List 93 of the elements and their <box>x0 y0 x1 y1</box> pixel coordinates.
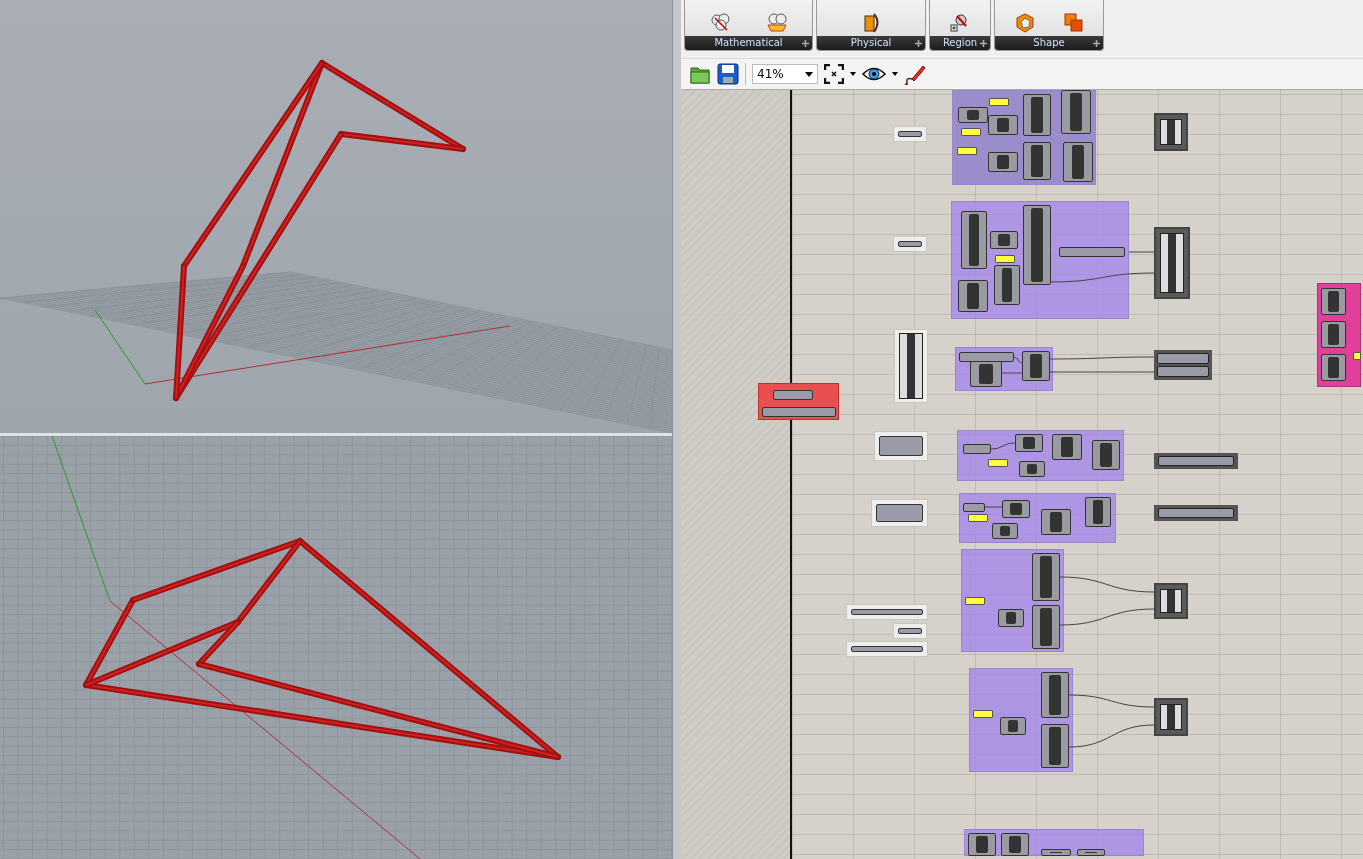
output-node[interactable] <box>1154 453 1238 469</box>
slider-node[interactable] <box>957 147 977 155</box>
slider-node[interactable] <box>1353 352 1361 360</box>
component-node[interactable] <box>1023 142 1051 180</box>
panel-label: Mathematical <box>714 37 783 49</box>
slider-node[interactable] <box>989 98 1009 106</box>
component-node[interactable] <box>1052 434 1082 460</box>
caret-icon[interactable] <box>850 72 856 76</box>
output-node[interactable] <box>1154 505 1238 521</box>
component-node[interactable] <box>1000 717 1026 735</box>
input-parameter-node[interactable] <box>871 499 928 527</box>
slider-node[interactable] <box>961 128 981 136</box>
expand-icon[interactable] <box>915 40 922 47</box>
perspective-viewport[interactable] <box>0 436 672 859</box>
expand-icon[interactable] <box>1093 40 1100 47</box>
component-node[interactable] <box>1023 94 1051 136</box>
input-parameter-node[interactable] <box>846 604 928 620</box>
component-node[interactable] <box>1041 509 1071 535</box>
cloud-icon[interactable] <box>766 12 789 34</box>
panel-label: Region <box>942 37 978 49</box>
component-node[interactable] <box>1032 605 1060 649</box>
parameter-node[interactable] <box>762 407 836 417</box>
input-parameter-node[interactable] <box>874 431 928 461</box>
component-node[interactable] <box>1041 672 1069 718</box>
panel-label: Shape <box>1033 37 1065 49</box>
input-parameter-node[interactable] <box>893 126 927 142</box>
component-node[interactable] <box>958 107 988 123</box>
input-parameter-node[interactable] <box>893 623 927 639</box>
pencil-icon[interactable] <box>904 63 926 85</box>
output-node[interactable] <box>1154 583 1188 619</box>
slider-node[interactable] <box>968 514 988 522</box>
component-node[interactable] <box>1001 833 1029 856</box>
component-node[interactable] <box>1321 354 1346 381</box>
perspective-viewport[interactable] <box>0 0 672 433</box>
output-node[interactable] <box>1154 698 1188 736</box>
component-node[interactable] <box>1002 500 1030 518</box>
component-node[interactable] <box>1041 724 1069 768</box>
slider-node[interactable] <box>965 597 985 605</box>
parameter-node[interactable] <box>963 503 985 512</box>
expand-icon[interactable] <box>802 40 809 47</box>
component-node[interactable] <box>1077 849 1105 856</box>
input-parameter-node[interactable] <box>846 641 928 657</box>
component-node[interactable] <box>1032 553 1060 601</box>
component-node[interactable] <box>1015 434 1043 452</box>
wire <box>990 442 1016 450</box>
component-node[interactable] <box>961 211 987 269</box>
caret-icon[interactable] <box>892 72 898 76</box>
component-node[interactable] <box>988 152 1018 172</box>
eye-icon[interactable] <box>862 66 886 82</box>
hexagon-icon[interactable] <box>1014 12 1036 34</box>
save-icon[interactable] <box>717 63 739 85</box>
cloud-points-icon[interactable] <box>708 12 731 34</box>
component-node[interactable] <box>994 265 1020 305</box>
parameter-node[interactable] <box>773 390 813 400</box>
collection-node[interactable] <box>894 329 928 403</box>
output-node[interactable] <box>1154 350 1212 380</box>
component-node[interactable] <box>990 231 1018 249</box>
squares-icon[interactable] <box>1062 12 1084 34</box>
component-node[interactable] <box>1022 351 1050 381</box>
component-node[interactable] <box>958 280 988 312</box>
slider-node[interactable] <box>988 459 1008 467</box>
parameter-node[interactable] <box>1059 247 1125 257</box>
component-node[interactable] <box>1041 849 1071 856</box>
caret-icon[interactable] <box>805 71 813 77</box>
component-node[interactable] <box>968 833 996 856</box>
component-node[interactable] <box>1092 440 1120 470</box>
component-node[interactable] <box>998 609 1024 627</box>
zoom-extents-icon[interactable] <box>824 64 844 84</box>
component-node[interactable] <box>1023 205 1051 285</box>
component-node[interactable] <box>970 361 1002 387</box>
output-node[interactable] <box>1154 113 1188 151</box>
parameter-node[interactable] <box>963 444 991 454</box>
component-node[interactable] <box>1085 497 1111 527</box>
component-node[interactable] <box>1321 321 1346 348</box>
wire <box>984 506 1003 508</box>
component-node[interactable] <box>1321 288 1346 315</box>
zoom-dropdown[interactable]: 41% <box>752 64 818 84</box>
expand-icon[interactable] <box>980 40 987 47</box>
node-canvas[interactable] <box>681 89 1363 859</box>
component-node[interactable] <box>1061 90 1091 134</box>
wire <box>1001 372 1023 374</box>
panel-label: Physical <box>850 37 892 49</box>
output-node[interactable] <box>1154 227 1190 299</box>
slider-node[interactable] <box>995 255 1015 263</box>
component-node[interactable] <box>1019 461 1045 477</box>
input-parameter-node[interactable] <box>893 236 927 252</box>
wire <box>1128 251 1155 253</box>
parameter-node[interactable] <box>959 352 1014 362</box>
component-node[interactable] <box>1063 142 1093 182</box>
slider-node[interactable] <box>973 710 993 718</box>
component-node[interactable] <box>992 523 1018 539</box>
component-node[interactable] <box>988 115 1018 135</box>
wire <box>1013 356 1023 364</box>
